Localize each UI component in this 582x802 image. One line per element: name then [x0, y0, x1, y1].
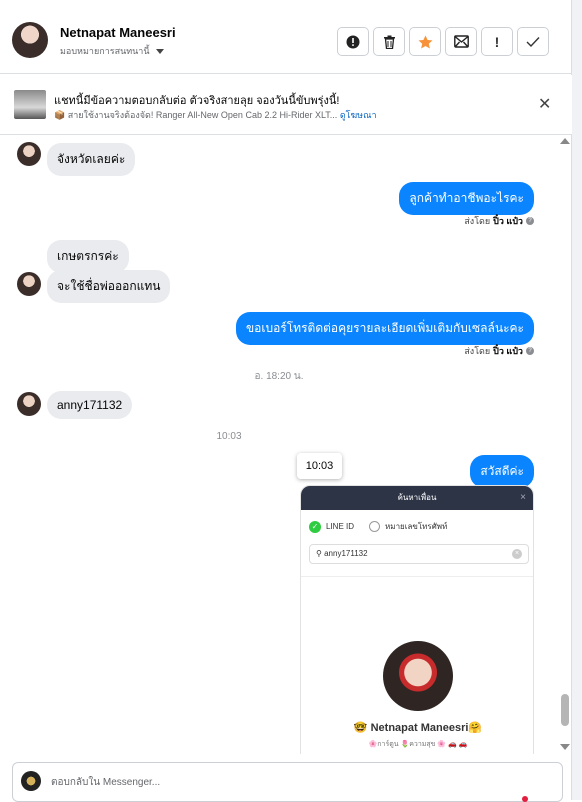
- check-icon: [526, 36, 540, 47]
- ad-context-banner: แชทนี้มีข้อความตอบกลับต่อ ตัวจริงสายลุย …: [0, 75, 572, 135]
- outgoing-message: ลูกค้าทำอาชีพอะไรคะ: [399, 182, 534, 215]
- exclamation-icon: !: [494, 33, 500, 50]
- message-thread: จังหวัดเลยค่ะ ลูกค้าทำอาชีพอะไรคะ ส่งโดย…: [0, 136, 558, 754]
- alert-icon: [346, 35, 360, 48]
- mark-spam-button[interactable]: [337, 27, 369, 56]
- attachment-title: ค้นหาเพื่อน: [397, 493, 437, 502]
- sender-name: ปิ๋ว แป๋ว: [493, 216, 523, 226]
- follow-up-button[interactable]: !: [481, 27, 513, 56]
- incoming-message: เกษตรกรค่ะ: [47, 240, 129, 273]
- chevron-down-icon: [155, 48, 164, 54]
- star-icon: [418, 35, 432, 48]
- ad-subtitle: 📦 สายใช้งานจริงต้องจัด! Ranger All-New O…: [54, 108, 377, 122]
- line-id-option: LINE ID: [326, 522, 355, 531]
- info-icon[interactable]: ?: [526, 347, 534, 355]
- assign-label: มอบหมายการสนทนานี้: [60, 46, 150, 56]
- thread-scrollbar[interactable]: [558, 136, 572, 754]
- profile-name: 🤓 Netnapat Maneesri🤗: [353, 722, 483, 734]
- mark-done-button[interactable]: [517, 27, 549, 56]
- right-gutter: [572, 0, 582, 800]
- search-icon: ⚲: [316, 549, 325, 558]
- info-icon[interactable]: ?: [526, 217, 534, 225]
- close-icon: ×: [520, 492, 526, 503]
- contact-avatar-small: [17, 392, 41, 416]
- check-icon: ✓: [309, 520, 321, 533]
- outgoing-message: สวัสดีค่ะ: [470, 455, 534, 488]
- view-ad-link[interactable]: ดูโฆษณา: [340, 110, 377, 120]
- ad-title: แชทนี้มีข้อความตอบกลับต่อ ตัวจริงสายลุย …: [54, 95, 340, 107]
- timestamp: อ. 18:20 น.: [254, 371, 304, 382]
- mail-icon: [453, 35, 469, 48]
- incoming-message: anny171132: [47, 391, 133, 419]
- attachment-header: ค้นหาเพื่อน ×: [301, 486, 533, 510]
- conversation-panel: Netnapat Maneesri มอบหมายการสนทนานี้ ! แ…: [0, 0, 572, 802]
- sent-by-label: ส่งโดย ปิ๋ว แป๋ว ?: [464, 344, 534, 358]
- scroll-down-icon[interactable]: [560, 744, 570, 750]
- divider: [301, 576, 533, 577]
- search-value: anny171132: [324, 549, 368, 558]
- outgoing-message: ขอเบอร์โทรติดต่อคุยรายละเอียดเพิ่มเติมกั…: [235, 312, 534, 345]
- assign-conversation-dropdown[interactable]: มอบหมายการสนทนานี้: [60, 44, 164, 58]
- close-icon[interactable]: ✕: [538, 97, 551, 113]
- notification-dot-icon: [522, 796, 528, 802]
- clear-icon: ×: [512, 549, 522, 559]
- profile-photo: [383, 641, 453, 711]
- reply-input[interactable]: ตอบกลับใน Messenger...: [51, 775, 160, 790]
- scroll-up-icon[interactable]: [560, 138, 570, 144]
- scroll-thumb[interactable]: [561, 694, 569, 726]
- sent-by-text: ส่งโดย: [464, 346, 491, 356]
- ad-description: 📦 สายใช้งานจริงต้องจัด! Ranger All-New O…: [54, 110, 338, 120]
- ad-thumbnail: [14, 90, 46, 119]
- profile-status: 🌸การ์ตูน 🌷ความสุข 🌸 🚗 🚗: [368, 741, 468, 748]
- sent-by-text: ส่งโดย: [464, 216, 491, 226]
- mark-unread-button[interactable]: [445, 27, 477, 56]
- header-toolbar: !: [337, 27, 549, 56]
- contact-name[interactable]: Netnapat Maneesri: [60, 25, 176, 40]
- timestamp: 10:03: [216, 431, 242, 442]
- star-button[interactable]: [409, 27, 441, 56]
- contact-avatar-small: [17, 142, 41, 166]
- phone-option: หมายเลขโทรศัพท์: [385, 522, 448, 531]
- image-attachment[interactable]: ค้นหาเพื่อน × ✓ LINE ID หมายเลขโทรศัพท์ …: [300, 485, 534, 754]
- time-tooltip: 10:03: [297, 453, 342, 479]
- search-options: ✓ LINE ID หมายเลขโทรศัพท์: [309, 520, 447, 533]
- sender-name: ปิ๋ว แป๋ว: [493, 346, 523, 356]
- radio-icon: [369, 521, 381, 532]
- incoming-message: จังหวัดเลยค่ะ: [47, 143, 136, 176]
- reply-composer[interactable]: ตอบกลับใน Messenger...: [12, 762, 563, 802]
- contact-avatar[interactable]: [12, 22, 48, 58]
- page-avatar: [21, 771, 41, 791]
- delete-button[interactable]: [373, 27, 405, 56]
- incoming-message: จะใช้ชื่อพ่อออกแทน: [47, 270, 171, 303]
- sent-by-label: ส่งโดย ปิ๋ว แป๋ว ?: [464, 214, 534, 228]
- contact-avatar-small: [17, 272, 41, 296]
- trash-icon: [383, 35, 395, 49]
- attachment-search-field: ⚲ anny171132 ×: [309, 544, 529, 564]
- conversation-header: Netnapat Maneesri มอบหมายการสนทนานี้ !: [0, 8, 572, 74]
